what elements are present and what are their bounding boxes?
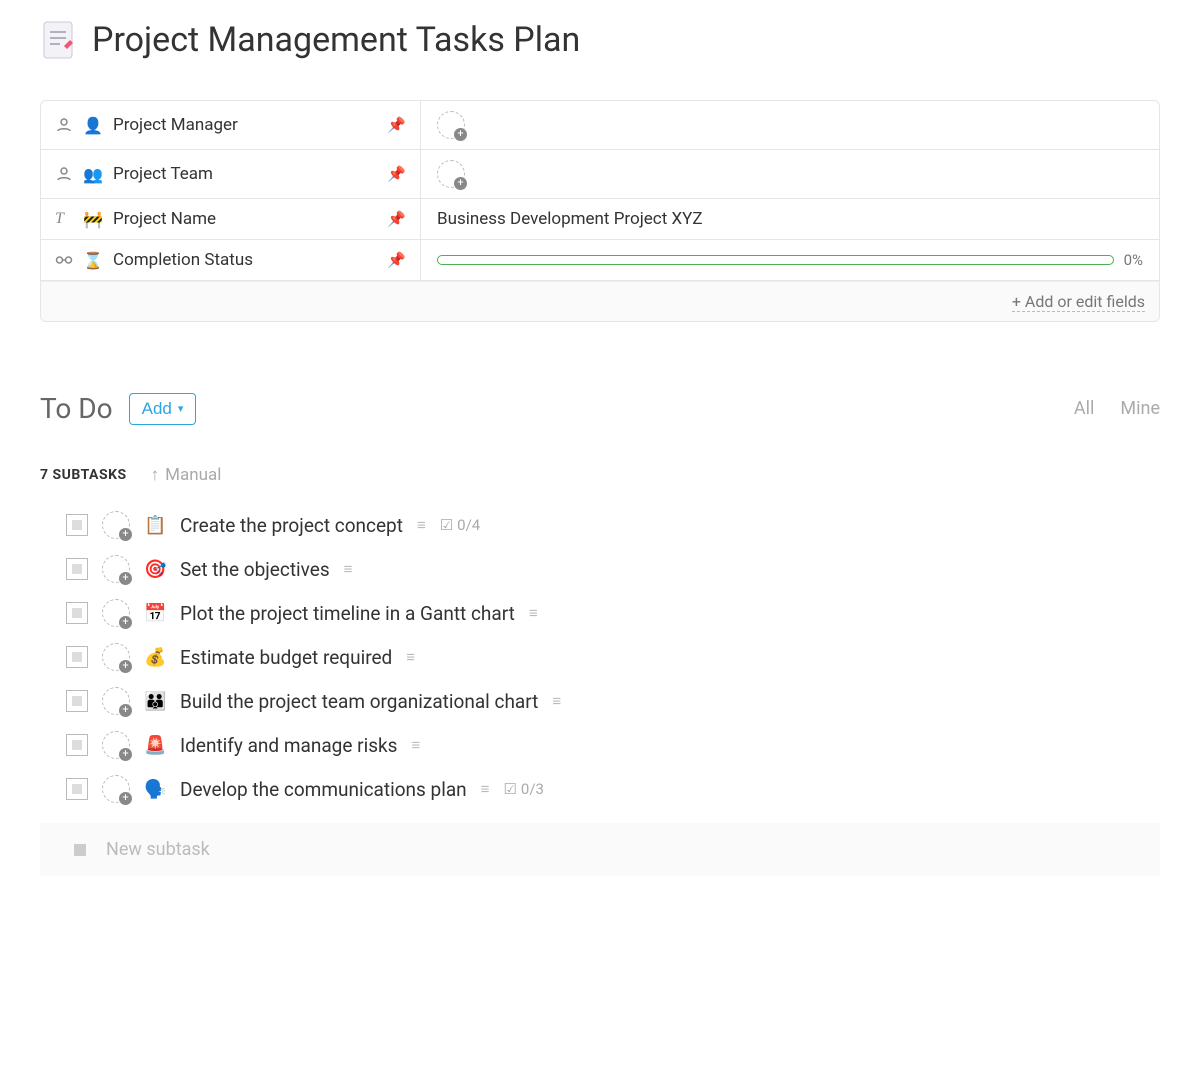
field-label-cell: ⌛ Completion Status 📌	[41, 240, 421, 280]
field-row-project-manager[interactable]: 👤 Project Manager 📌	[41, 101, 1159, 150]
subtask-count[interactable]: 0/3	[503, 780, 544, 798]
task-emoji-icon: 📅	[144, 603, 166, 624]
task-emoji-icon: 🎯	[144, 559, 166, 580]
description-icon[interactable]: ≡	[344, 560, 353, 578]
task-emoji-icon: 📋	[144, 515, 166, 536]
new-subtask-placeholder: New subtask	[106, 839, 210, 860]
task-emoji-icon: 💰	[144, 647, 166, 668]
document-icon	[40, 20, 76, 60]
pin-icon[interactable]: 📌	[387, 165, 406, 183]
add-assignee-icon[interactable]	[102, 687, 130, 715]
todo-section-title: To Do	[40, 392, 113, 425]
task-row[interactable]: 🚨 Identify and manage risks ≡	[66, 731, 1160, 759]
task-checkbox[interactable]	[66, 646, 88, 668]
progress-wrap: 0%	[437, 251, 1143, 269]
task-row[interactable]: 🗣️ Develop the communications plan ≡ 0/3	[66, 775, 1160, 803]
task-checkbox[interactable]	[66, 602, 88, 624]
field-value-project-manager[interactable]	[421, 101, 1159, 149]
description-icon[interactable]: ≡	[481, 780, 490, 798]
page-header: Project Management Tasks Plan	[40, 20, 1160, 60]
task-row[interactable]: 📋 Create the project concept ≡ 0/4	[66, 511, 1160, 539]
task-title[interactable]: Set the objectives	[180, 558, 330, 581]
task-title[interactable]: Build the project team organizational ch…	[180, 690, 538, 713]
field-row-completion[interactable]: ⌛ Completion Status 📌 0%	[41, 240, 1159, 281]
todo-header: To Do Add All Mine	[40, 392, 1160, 425]
add-button[interactable]: Add	[129, 393, 197, 425]
field-label: Project Team	[113, 164, 213, 184]
person-silhouette-icon: 👤	[83, 116, 103, 135]
task-row[interactable]: 🎯 Set the objectives ≡	[66, 555, 1160, 583]
todo-filters: All Mine	[1074, 398, 1160, 419]
subtasks-meta: 7 SUBTASKS Manual	[40, 465, 1160, 485]
task-title[interactable]: Identify and manage risks	[180, 734, 397, 757]
task-row[interactable]: 💰 Estimate budget required ≡	[66, 643, 1160, 671]
field-row-project-team[interactable]: 👥 Project Team 📌	[41, 150, 1159, 199]
task-list: 📋 Create the project concept ≡ 0/4 🎯 Set the …	[40, 511, 1160, 803]
add-edit-fields-link[interactable]: + Add or edit fields	[1012, 292, 1145, 312]
add-assignee-icon[interactable]	[102, 599, 130, 627]
task-checkbox[interactable]	[66, 778, 88, 800]
task-emoji-icon: 🗣️	[144, 779, 166, 800]
field-value-completion: 0%	[421, 240, 1159, 280]
description-icon[interactable]: ≡	[552, 692, 561, 710]
progress-percent: 0%	[1124, 251, 1143, 269]
field-value-project-name[interactable]: Business Development Project XYZ	[421, 199, 1159, 239]
person-type-icon	[55, 165, 73, 183]
filter-all[interactable]: All	[1074, 398, 1095, 419]
page-title: Project Management Tasks Plan	[92, 20, 580, 60]
sort-mode-label: Manual	[165, 465, 221, 485]
task-row[interactable]: 👪 Build the project team organizational c…	[66, 687, 1160, 715]
subtask-count[interactable]: 0/4	[440, 516, 481, 534]
field-label-cell: 👥 Project Team 📌	[41, 150, 421, 198]
new-subtask-marker-icon	[74, 844, 86, 856]
task-emoji-icon: 🚨	[144, 735, 166, 756]
add-assignee-icon[interactable]	[102, 643, 130, 671]
task-title[interactable]: Plot the project timeline in a Gantt cha…	[180, 602, 515, 625]
field-label: Project Manager	[113, 115, 238, 135]
task-checkbox[interactable]	[66, 690, 88, 712]
add-assignee-icon[interactable]	[102, 555, 130, 583]
task-checkbox[interactable]	[66, 514, 88, 536]
task-title[interactable]: Estimate budget required	[180, 646, 392, 669]
text-type-icon: T	[55, 210, 73, 228]
field-label-cell: 👤 Project Manager 📌	[41, 101, 421, 149]
field-label-cell: T 🚧 Project Name 📌	[41, 199, 421, 239]
add-assignee-icon[interactable]	[102, 775, 130, 803]
pin-icon[interactable]: 📌	[387, 251, 406, 269]
description-icon[interactable]: ≡	[411, 736, 420, 754]
people-icon: 👥	[83, 165, 103, 184]
description-icon[interactable]: ≡	[529, 604, 538, 622]
task-checkbox[interactable]	[66, 734, 88, 756]
add-assignee-icon[interactable]	[437, 111, 465, 139]
progress-bar	[437, 255, 1114, 265]
person-type-icon	[55, 116, 73, 134]
description-icon[interactable]: ≡	[406, 648, 415, 666]
task-checkbox[interactable]	[66, 558, 88, 580]
add-assignee-icon[interactable]	[102, 511, 130, 539]
subtasks-count: 7 SUBTASKS	[40, 467, 127, 483]
pin-icon[interactable]: 📌	[387, 116, 406, 134]
description-icon[interactable]: ≡	[417, 516, 426, 534]
formula-type-icon	[55, 253, 73, 267]
add-button-label: Add	[142, 399, 172, 419]
fields-footer: + Add or edit fields	[41, 281, 1159, 321]
pin-icon[interactable]: 📌	[387, 210, 406, 228]
fields-table: 👤 Project Manager 📌 👥 Project Team 📌 T 🚧…	[40, 100, 1160, 322]
construction-icon: 🚧	[83, 210, 103, 229]
field-row-project-name[interactable]: T 🚧 Project Name 📌 Business Development …	[41, 199, 1159, 240]
new-subtask-input[interactable]: New subtask	[40, 823, 1160, 876]
hourglass-icon: ⌛	[83, 251, 103, 270]
field-value-project-team[interactable]	[421, 150, 1159, 198]
add-assignee-icon[interactable]	[437, 160, 465, 188]
field-label: Project Name	[113, 209, 216, 229]
field-label: Completion Status	[113, 250, 253, 270]
task-title[interactable]: Develop the communications plan	[180, 778, 467, 801]
task-emoji-icon: 👪	[144, 691, 166, 712]
add-assignee-icon[interactable]	[102, 731, 130, 759]
task-title[interactable]: Create the project concept	[180, 514, 403, 537]
task-row[interactable]: 📅 Plot the project timeline in a Gantt ch…	[66, 599, 1160, 627]
sort-mode[interactable]: Manual	[151, 465, 222, 485]
filter-mine[interactable]: Mine	[1120, 398, 1160, 419]
